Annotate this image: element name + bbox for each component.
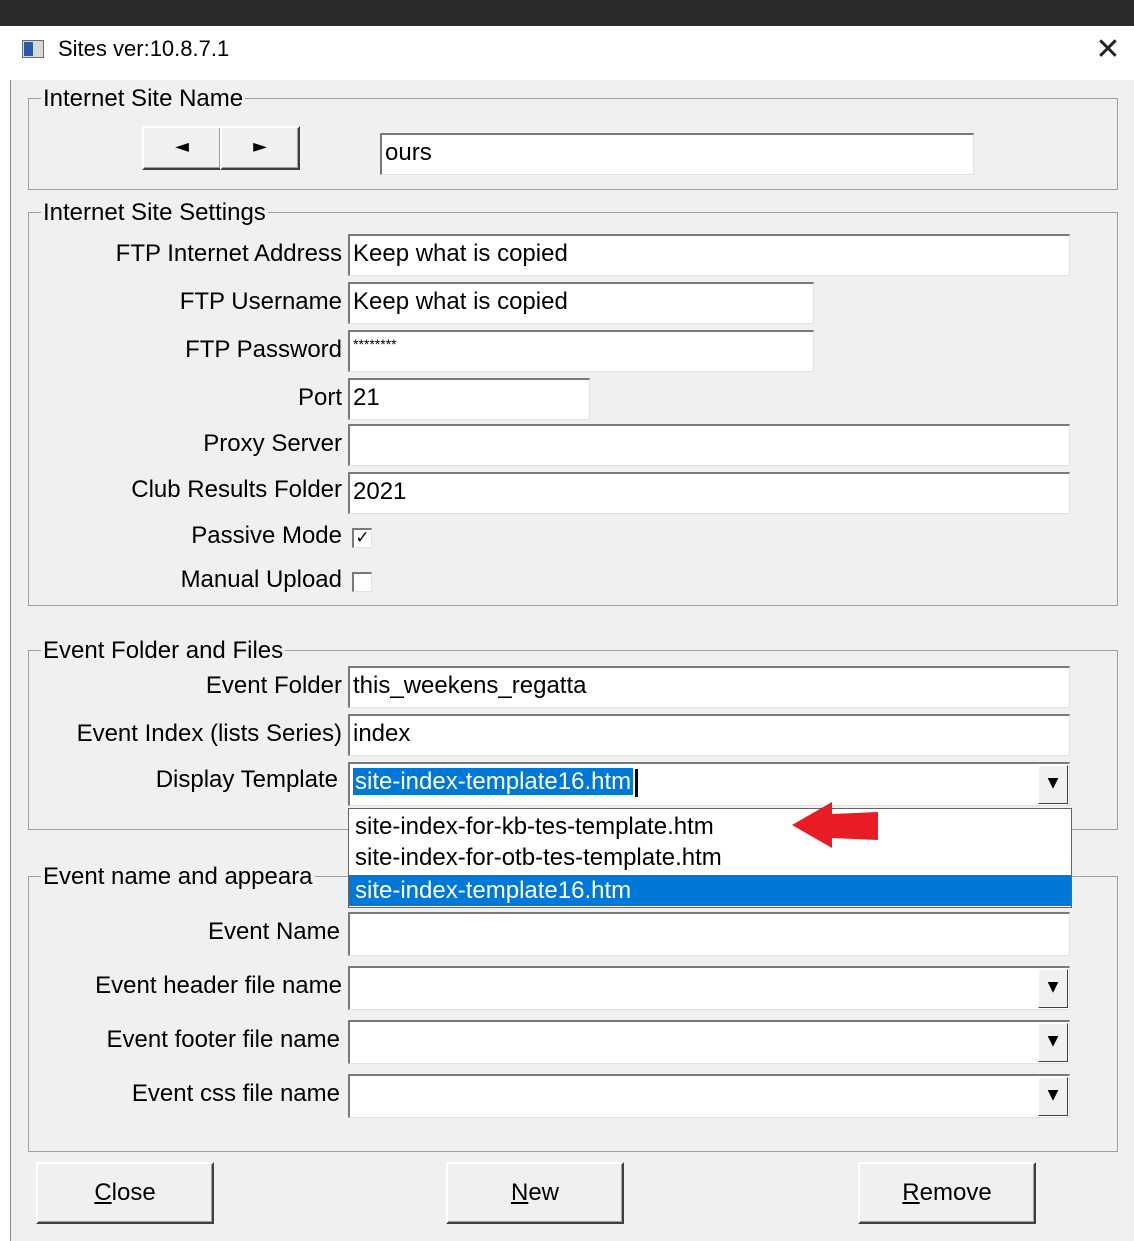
chevron-down-icon[interactable]: ▼ <box>1038 969 1068 1008</box>
club-results-folder-label: Club Results Folder <box>131 476 342 503</box>
dropdown-option[interactable]: site-index-for-kb-tes-template.htm <box>349 811 1071 842</box>
club-results-folder-input[interactable]: 2021 <box>348 472 1070 514</box>
group-label: Internet Site Settings <box>41 199 268 227</box>
ftp-address-input[interactable]: Keep what is copied <box>348 234 1070 276</box>
close-button[interactable]: Close <box>36 1162 214 1224</box>
ftp-password-label: FTP Password <box>185 336 342 363</box>
passive-mode-label: Passive Mode <box>191 522 342 549</box>
event-index-label: Event Index (lists Series) <box>76 720 342 747</box>
check-mark-icon: ✓ <box>355 528 370 548</box>
close-window-icon[interactable]: ✕ <box>1090 32 1126 68</box>
event-index-input[interactable]: index <box>348 714 1070 756</box>
event-footer-label: Event footer file name <box>106 1026 340 1053</box>
port-input[interactable]: 21 <box>348 378 590 420</box>
event-css-select[interactable]: ▼ <box>348 1074 1070 1118</box>
display-template-selected-value: site-index-template16.htm <box>353 768 634 795</box>
group-label: Internet Site Name <box>41 85 246 113</box>
chevron-down-icon[interactable]: ▼ <box>1038 1023 1068 1062</box>
ftp-username-input[interactable]: Keep what is copied <box>348 282 814 324</box>
text-caret <box>635 768 639 797</box>
new-button[interactable]: New <box>446 1162 624 1224</box>
event-css-label: Event css file name <box>131 1080 340 1107</box>
ftp-username-label: FTP Username <box>179 288 342 315</box>
event-footer-select[interactable]: ▼ <box>348 1020 1070 1064</box>
display-template-dropdown-list: site-index-for-kb-tes-template.htm site-… <box>348 808 1072 908</box>
prev-site-button[interactable]: ◄ <box>142 126 222 170</box>
window-title: Sites ver:10.8.7.1 <box>58 36 230 61</box>
remove-button[interactable]: Remove <box>858 1162 1036 1224</box>
chevron-down-icon[interactable]: ▼ <box>1038 1077 1068 1116</box>
app-icon <box>22 40 44 58</box>
group-label: Event Folder and Files <box>41 637 286 665</box>
manual-upload-label: Manual Upload <box>180 566 342 593</box>
event-folder-input[interactable]: this_weekens_regatta <box>348 666 1070 708</box>
passive-mode-checkbox[interactable]: ✓ <box>352 528 372 548</box>
ftp-password-input[interactable]: ******** <box>348 330 814 372</box>
proxy-server-label: Proxy Server <box>203 430 342 457</box>
next-site-button[interactable]: ► <box>220 126 300 170</box>
proxy-server-input[interactable] <box>348 424 1070 466</box>
dropdown-option[interactable]: site-index-for-otb-tes-template.htm <box>349 842 1071 873</box>
manual-upload-checkbox[interactable] <box>352 572 372 592</box>
title-bar: Sites ver:10.8.7.1 ✕ <box>10 26 1134 80</box>
site-name-input[interactable]: ours <box>380 133 974 175</box>
red-arrow-annotation-icon <box>792 802 878 848</box>
event-folder-label: Event Folder <box>205 672 342 699</box>
event-header-select[interactable]: ▼ <box>348 966 1070 1010</box>
event-header-label: Event header file name <box>95 972 342 999</box>
left-arrow-icon: ◄ <box>175 136 189 157</box>
group-label: Event name and appeara <box>41 863 315 891</box>
event-name-label: Event Name <box>207 918 340 945</box>
event-name-input[interactable] <box>348 912 1070 956</box>
chevron-down-icon[interactable]: ▼ <box>1038 765 1068 804</box>
ftp-address-label: FTP Internet Address <box>115 240 342 267</box>
right-arrow-icon: ► <box>253 136 267 157</box>
display-template-select[interactable]: site-index-template16.htm ▼ <box>348 762 1070 806</box>
display-template-label: Display Template <box>155 766 338 793</box>
dropdown-option-selected[interactable]: site-index-template16.htm <box>349 875 1071 906</box>
desktop-top-bar <box>0 0 1134 26</box>
port-label: Port <box>297 384 342 411</box>
